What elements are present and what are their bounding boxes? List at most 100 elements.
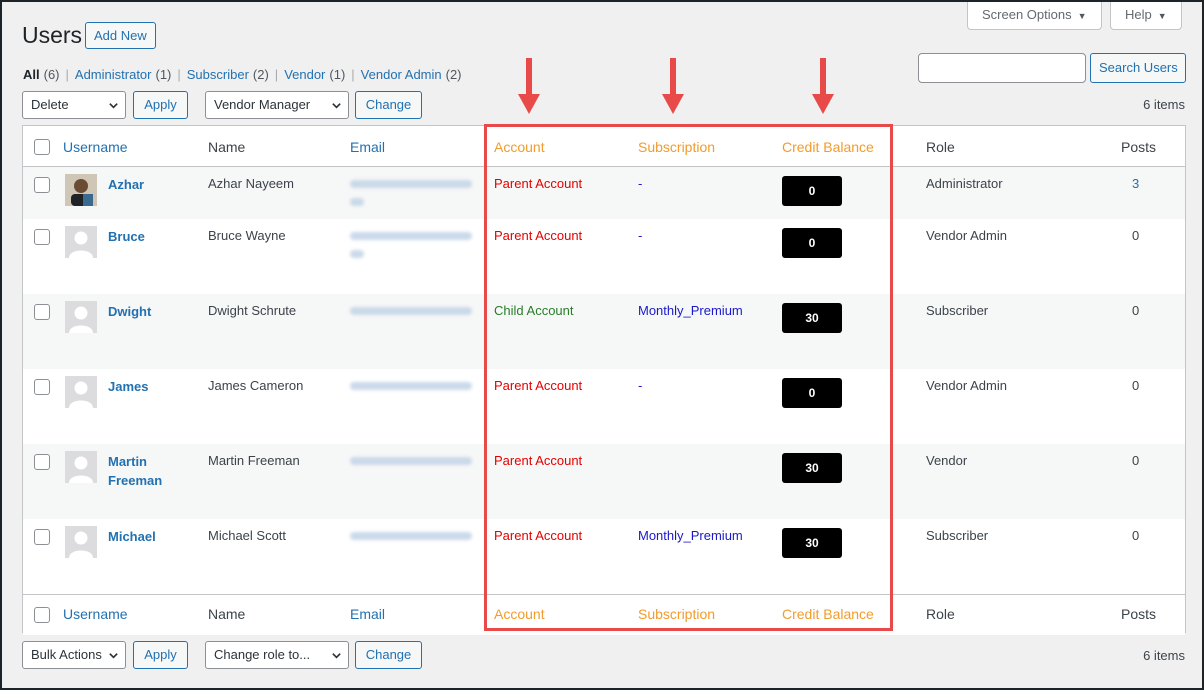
avatar (65, 301, 97, 333)
table-row: Martin Freeman Martin Freeman Parent Accoun… (23, 444, 1185, 519)
help-button[interactable]: Help ▼ (1110, 0, 1182, 30)
account-type: Parent Account (494, 228, 583, 243)
down-arrow-icon (518, 58, 540, 114)
column-credit-balance: Credit Balance (782, 606, 874, 622)
account-type: Parent Account (494, 453, 583, 468)
credit-balance-badge: 30 (782, 528, 842, 558)
column-name: Name (208, 606, 246, 622)
user-role: Administrator (926, 176, 1003, 191)
credit-balance-badge: 0 (782, 228, 842, 258)
credit-balance-badge: 0 (782, 176, 842, 206)
user-role: Subscriber (926, 303, 989, 318)
user-full-name: Michael Scott (208, 528, 287, 543)
avatar (65, 174, 97, 206)
avatar (65, 451, 97, 483)
table-row: Azhar Azhar Nayeem Parent Account - 0 Adminis… (23, 167, 1185, 219)
subscription-plan: - (638, 176, 643, 191)
filter-administrator[interactable]: Administrator (1) (75, 67, 171, 82)
column-username[interactable]: Username (63, 606, 128, 622)
user-full-name: Martin Freeman (208, 453, 300, 468)
posts-count: 0 (1132, 303, 1140, 318)
row-checkbox[interactable] (34, 304, 50, 320)
subscription-plan: Monthly_Premium (638, 528, 743, 543)
column-posts: Posts (1121, 139, 1157, 155)
username-link[interactable]: Azhar (108, 175, 144, 194)
select-all-checkbox[interactable] (34, 607, 50, 623)
page-title: Users (22, 22, 83, 48)
user-full-name: Dwight Schrute (208, 303, 297, 318)
email-redacted (350, 382, 472, 390)
filter-subscriber[interactable]: Subscriber (2) (187, 67, 269, 82)
column-name: Name (208, 139, 246, 155)
username-link[interactable]: Bruce (108, 227, 145, 246)
email-redacted (350, 180, 472, 188)
filter-separator: | (274, 67, 279, 82)
search-input[interactable] (918, 53, 1086, 83)
user-full-name: Azhar Nayeem (208, 176, 294, 191)
role-select[interactable]: Vendor Manager (205, 91, 349, 119)
filter-vendor-admin[interactable]: Vendor Admin (2) (361, 67, 462, 82)
filter-all[interactable]: All (6) (23, 67, 60, 82)
row-checkbox[interactable] (34, 229, 50, 245)
items-count: 6 items (1143, 97, 1185, 112)
table-row: James James Cameron Parent Account - 0 Vendor… (23, 369, 1185, 444)
down-arrow-icon (662, 58, 684, 114)
filter-vendor[interactable]: Vendor (1) (284, 67, 345, 82)
caret-down-icon: ▼ (1157, 11, 1167, 21)
apply-button[interactable]: Apply (133, 91, 188, 119)
column-role: Role (926, 606, 955, 622)
table-row: Dwight Dwight Schrute Child Account Monthly… (23, 294, 1185, 369)
subscription-plan: - (638, 378, 643, 393)
user-role: Vendor Admin (926, 228, 1007, 243)
row-checkbox[interactable] (34, 177, 50, 193)
account-type: Parent Account (494, 378, 583, 393)
posts-count: 0 (1132, 228, 1140, 243)
down-arrow-icon (812, 58, 834, 114)
account-type: Parent Account (494, 528, 583, 543)
username-link[interactable]: Dwight (108, 302, 151, 321)
username-link[interactable]: Michael (108, 527, 156, 546)
chevron-down-icon (109, 653, 118, 659)
user-full-name: Bruce Wayne (208, 228, 286, 243)
column-subscription: Subscription (638, 139, 716, 155)
avatar (65, 226, 97, 258)
email-redacted (350, 250, 364, 258)
add-new-button[interactable]: Add New (85, 22, 156, 49)
column-credit-balance: Credit Balance (782, 139, 874, 155)
username-link[interactable]: Martin Freeman (108, 452, 162, 490)
credit-balance-badge: 0 (782, 378, 842, 408)
column-subscription: Subscription (638, 606, 716, 622)
apply-button[interactable]: Apply (133, 641, 188, 669)
email-redacted (350, 457, 472, 465)
row-checkbox[interactable] (34, 379, 50, 395)
change-role-button[interactable]: Change (355, 641, 422, 669)
bulk-action-select[interactable]: Delete (22, 91, 126, 119)
posts-count: 0 (1132, 528, 1140, 543)
email-redacted (350, 307, 472, 315)
table-footer: Username Name Email Account Subscription… (23, 594, 1185, 635)
change-role-select[interactable]: Change role to... (205, 641, 349, 669)
row-checkbox[interactable] (34, 454, 50, 470)
email-redacted (350, 532, 472, 540)
search-users-button[interactable]: Search Users (1090, 53, 1186, 83)
select-all-checkbox[interactable] (34, 139, 50, 155)
column-username[interactable]: Username (63, 139, 128, 155)
user-full-name: James Cameron (208, 378, 304, 393)
bulk-actions-select[interactable]: Bulk Actions (22, 641, 126, 669)
table-row: Michael Michael Scott Parent Account Monthl… (23, 519, 1185, 594)
user-role: Vendor Admin (926, 378, 1007, 393)
posts-count[interactable]: 3 (1132, 176, 1139, 191)
username-link[interactable]: James (108, 377, 148, 396)
column-account: Account (494, 139, 545, 155)
avatar (65, 376, 97, 408)
change-role-button[interactable]: Change (355, 91, 422, 119)
filter-separator: | (65, 67, 69, 82)
email-redacted (350, 198, 364, 206)
row-checkbox[interactable] (34, 529, 50, 545)
column-email[interactable]: Email (350, 606, 385, 622)
screen-options-button[interactable]: Screen Options ▼ (967, 0, 1102, 30)
column-email[interactable]: Email (350, 139, 385, 155)
subscription-plan: Monthly_Premium (638, 303, 743, 318)
table-row: Bruce Bruce Wayne Parent Account - 0 Vendor A… (23, 219, 1185, 294)
column-account: Account (494, 606, 545, 622)
